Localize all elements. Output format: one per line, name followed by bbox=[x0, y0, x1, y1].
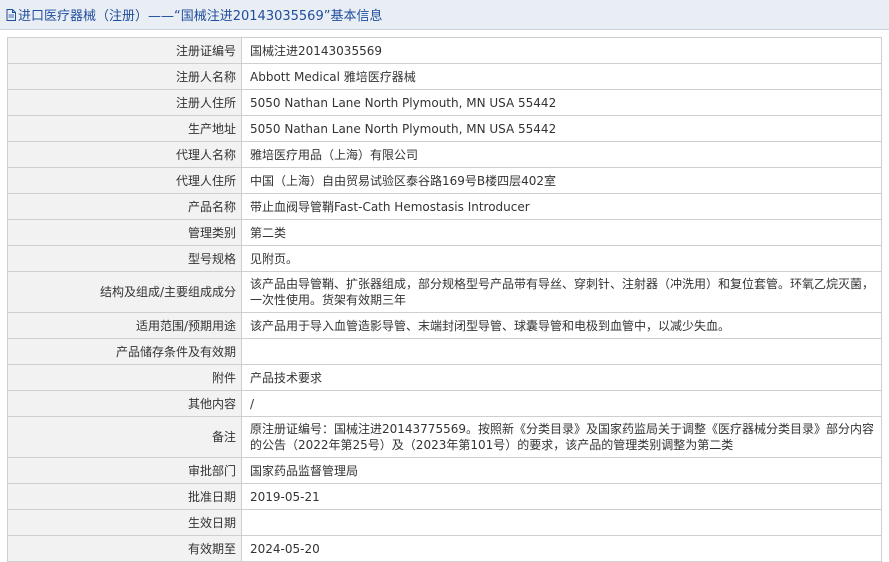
table-row: 产品储存条件及有效期 bbox=[7, 338, 882, 365]
table-row: 生效日期 bbox=[7, 509, 882, 536]
field-value: / bbox=[241, 390, 882, 417]
field-value: Abbott Medical 雅培医疗器械 bbox=[241, 63, 882, 90]
field-value: 产品技术要求 bbox=[241, 364, 882, 391]
field-label: 结构及组成/主要组成成分 bbox=[7, 271, 242, 313]
field-label: 注册证编号 bbox=[7, 37, 242, 64]
table-row: 注册人住所 5050 Nathan Lane North Plymouth, M… bbox=[7, 89, 882, 116]
field-value: 原注册证编号：国械注进20143775569。按照新《分类目录》及国家药监局关于… bbox=[241, 416, 882, 458]
field-label: 生产地址 bbox=[7, 115, 242, 142]
field-value: 中国（上海）自由贸易试验区泰谷路169号B楼四层402室 bbox=[241, 167, 882, 194]
table-row: 产品名称 带止血阀导管鞘Fast-Cath Hemostasis Introdu… bbox=[7, 193, 882, 220]
registration-info-table: 注册证编号 国械注进20143035569 注册人名称 Abbott Medic… bbox=[7, 37, 882, 562]
field-value: 该产品由导管鞘、扩张器组成，部分规格型号产品带有导丝、穿刺针、注射器（冲洗用）和… bbox=[241, 271, 882, 313]
table-row: 代理人名称 雅培医疗用品（上海）有限公司 bbox=[7, 141, 882, 168]
table-row: 生产地址 5050 Nathan Lane North Plymouth, MN… bbox=[7, 115, 882, 142]
field-label: 生效日期 bbox=[7, 509, 242, 536]
page-title: 进口医疗器械（注册）——“国械注进20143035569”基本信息 bbox=[18, 9, 383, 24]
table-row: 注册证编号 国械注进20143035569 bbox=[7, 37, 882, 64]
table-row: 注册人名称 Abbott Medical 雅培医疗器械 bbox=[7, 63, 882, 90]
table-row: 型号规格 见附页。 bbox=[7, 245, 882, 272]
field-value: 2024-05-20 bbox=[241, 535, 882, 562]
field-value: 雅培医疗用品（上海）有限公司 bbox=[241, 141, 882, 168]
field-value: 带止血阀导管鞘Fast-Cath Hemostasis Introducer bbox=[241, 193, 882, 220]
field-label: 适用范围/预期用途 bbox=[7, 312, 242, 339]
field-label: 代理人名称 bbox=[7, 141, 242, 168]
field-value: 国家药品监督管理局 bbox=[241, 457, 882, 484]
page-header: 进口医疗器械（注册）——“国械注进20143035569”基本信息 bbox=[0, 0, 889, 30]
document-icon bbox=[6, 8, 16, 21]
table-row: 附件 产品技术要求 bbox=[7, 364, 882, 391]
field-value: 第二类 bbox=[241, 219, 882, 246]
field-label: 备注 bbox=[7, 416, 242, 458]
field-label: 产品储存条件及有效期 bbox=[7, 338, 242, 365]
field-label: 批准日期 bbox=[7, 483, 242, 510]
field-label: 附件 bbox=[7, 364, 242, 391]
table-row: 适用范围/预期用途 该产品用于导入血管造影导管、末端封闭型导管、球囊导管和电极到… bbox=[7, 312, 882, 339]
field-value: 见附页。 bbox=[241, 245, 882, 272]
table-row: 其他内容 / bbox=[7, 390, 882, 417]
field-label: 型号规格 bbox=[7, 245, 242, 272]
field-label: 注册人住所 bbox=[7, 89, 242, 116]
field-label: 注册人名称 bbox=[7, 63, 242, 90]
field-label: 审批部门 bbox=[7, 457, 242, 484]
table-row: 有效期至 2024-05-20 bbox=[7, 535, 882, 562]
field-value: 5050 Nathan Lane North Plymouth, MN USA … bbox=[241, 115, 882, 142]
field-value bbox=[241, 509, 882, 536]
field-value: 2019-05-21 bbox=[241, 483, 882, 510]
field-label: 代理人住所 bbox=[7, 167, 242, 194]
table-row: 批准日期 2019-05-21 bbox=[7, 483, 882, 510]
table-row: 结构及组成/主要组成成分 该产品由导管鞘、扩张器组成，部分规格型号产品带有导丝、… bbox=[7, 271, 882, 313]
field-value bbox=[241, 338, 882, 365]
table-row: 备注 原注册证编号：国械注进20143775569。按照新《分类目录》及国家药监… bbox=[7, 416, 882, 458]
table-row: 代理人住所 中国（上海）自由贸易试验区泰谷路169号B楼四层402室 bbox=[7, 167, 882, 194]
table-row: 审批部门 国家药品监督管理局 bbox=[7, 457, 882, 484]
field-label: 其他内容 bbox=[7, 390, 242, 417]
field-label: 产品名称 bbox=[7, 193, 242, 220]
field-value: 该产品用于导入血管造影导管、末端封闭型导管、球囊导管和电极到血管中，以减少失血。 bbox=[241, 312, 882, 339]
field-value: 国械注进20143035569 bbox=[241, 37, 882, 64]
field-label: 有效期至 bbox=[7, 535, 242, 562]
table-row: 管理类别 第二类 bbox=[7, 219, 882, 246]
field-value: 5050 Nathan Lane North Plymouth, MN USA … bbox=[241, 89, 882, 116]
field-label: 管理类别 bbox=[7, 219, 242, 246]
